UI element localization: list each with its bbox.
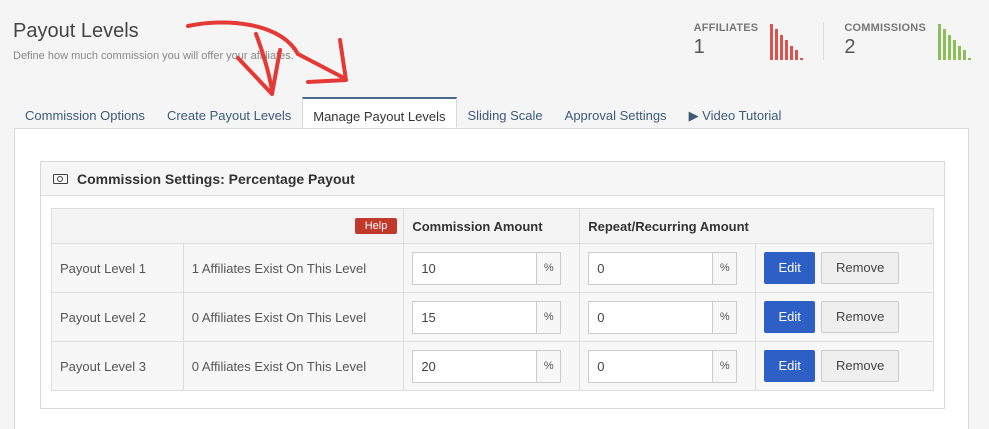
commission-input[interactable]: 15: [412, 300, 538, 334]
tab-commission-options[interactable]: Commission Options: [14, 97, 156, 128]
tab-bar: Commission Options Create Payout Levels …: [14, 97, 792, 128]
panel-header: Commission Settings: Percentage Payout: [41, 162, 944, 196]
tab-video-tutorial[interactable]: ▶ Video Tutorial: [678, 97, 793, 128]
level-info: 0 Affiliates Exist On This Level: [182, 292, 405, 342]
tab-content: Commission Settings: Percentage Payout H…: [14, 128, 969, 429]
stat-commissions: COMMISSIONS 2: [844, 22, 971, 60]
sparkline-bar: [968, 58, 971, 60]
tab-manage-payout-levels[interactable]: Manage Payout Levels: [302, 97, 457, 128]
level-info: 0 Affiliates Exist On This Level: [182, 341, 405, 391]
table-row: Payout Level 1 1 Affiliates Exist On Thi…: [51, 243, 934, 293]
level-name: Payout Level 2: [51, 292, 184, 342]
affiliates-sparkline: [770, 22, 804, 60]
percent-suffix: %: [713, 251, 738, 285]
sparkline-bar: [948, 35, 951, 60]
recurring-input-group: 0 %: [588, 349, 738, 383]
actions-cell: Edit Remove: [755, 243, 934, 293]
percent-suffix: %: [537, 300, 562, 334]
table-header-row: Help Commission Amount Repeat/Recurring …: [50, 208, 934, 244]
sparkline-bar: [800, 58, 804, 60]
sparkline-bar: [790, 46, 794, 60]
percent-suffix: %: [537, 251, 562, 285]
stat-affiliates-value: 1: [693, 36, 705, 58]
recurring-cell: 0 %: [579, 341, 757, 391]
level-info: 1 Affiliates Exist On This Level: [182, 243, 405, 293]
sparkline-bar: [795, 50, 799, 60]
commission-cell: 10 %: [403, 243, 581, 293]
edit-button[interactable]: Edit: [764, 301, 816, 333]
recurring-input-group: 0 %: [588, 300, 738, 334]
actions-cell: Edit Remove: [755, 292, 934, 342]
sparkline-bar: [775, 29, 779, 60]
stat-divider: [823, 22, 825, 60]
commission-input-group: 10 %: [412, 251, 562, 285]
sparkline-bar: [958, 46, 961, 60]
percent-suffix: %: [713, 300, 738, 334]
panel-title: Commission Settings: Percentage Payout: [77, 170, 355, 187]
page-title: Payout Levels: [13, 20, 139, 42]
recurring-input[interactable]: 0: [588, 349, 714, 383]
commissions-sparkline: [938, 22, 971, 60]
sparkline-bar: [943, 29, 946, 60]
recurring-input-group: 0 %: [588, 251, 738, 285]
stat-affiliates: AFFILIATES 1: [694, 22, 804, 60]
column-header-recurring: Repeat/Recurring Amount: [579, 208, 934, 244]
tab-sliding-scale[interactable]: Sliding Scale: [457, 97, 554, 128]
commission-input-group: 20 %: [412, 349, 562, 383]
percent-suffix: %: [713, 349, 738, 383]
help-header-cell: Help: [50, 208, 405, 244]
remove-button[interactable]: Remove: [821, 252, 900, 284]
stats-bar: AFFILIATES 1 COMMISSIONS 2: [694, 22, 971, 60]
commission-input-group: 15 %: [412, 300, 562, 334]
money-icon: [53, 173, 68, 184]
commission-cell: 15 %: [403, 292, 581, 342]
tab-create-payout-levels[interactable]: Create Payout Levels: [156, 97, 302, 128]
column-header-commission: Commission Amount: [403, 208, 581, 244]
actions-cell: Edit Remove: [755, 341, 934, 391]
table-row: Payout Level 3 0 Affiliates Exist On Thi…: [51, 341, 934, 391]
commission-input[interactable]: 10: [412, 251, 538, 285]
edit-button[interactable]: Edit: [764, 252, 816, 284]
stat-commissions-value: 2: [844, 36, 856, 58]
commission-input[interactable]: 20: [412, 349, 538, 383]
sparkline-bar: [963, 50, 966, 60]
annotation-arrow-icon: [186, 20, 348, 96]
sparkline-bar: [770, 24, 774, 60]
recurring-cell: 0 %: [579, 243, 757, 293]
recurring-input[interactable]: 0: [588, 300, 714, 334]
sparkline-bar: [785, 40, 789, 60]
sparkline-bar: [780, 35, 784, 60]
table-row: Payout Level 2 0 Affiliates Exist On Thi…: [51, 292, 934, 342]
sparkline-bar: [938, 24, 941, 60]
payout-levels-table: Help Commission Amount Repeat/Recurring …: [50, 208, 934, 391]
commission-cell: 20 %: [403, 341, 581, 391]
tab-approval-settings[interactable]: Approval Settings: [554, 97, 678, 128]
commission-settings-panel: Commission Settings: Percentage Payout H…: [40, 161, 945, 409]
percent-suffix: %: [537, 349, 562, 383]
help-button[interactable]: Help: [354, 218, 398, 234]
recurring-input[interactable]: 0: [588, 251, 714, 285]
level-name: Payout Level 3: [51, 341, 184, 391]
remove-button[interactable]: Remove: [821, 301, 900, 333]
level-name: Payout Level 1: [51, 243, 184, 293]
recurring-cell: 0 %: [579, 292, 757, 342]
remove-button[interactable]: Remove: [821, 350, 900, 382]
stat-commissions-label: COMMISSIONS: [844, 22, 926, 34]
stat-affiliates-label: AFFILIATES: [693, 22, 759, 34]
edit-button[interactable]: Edit: [764, 350, 816, 382]
sparkline-bar: [953, 40, 956, 60]
